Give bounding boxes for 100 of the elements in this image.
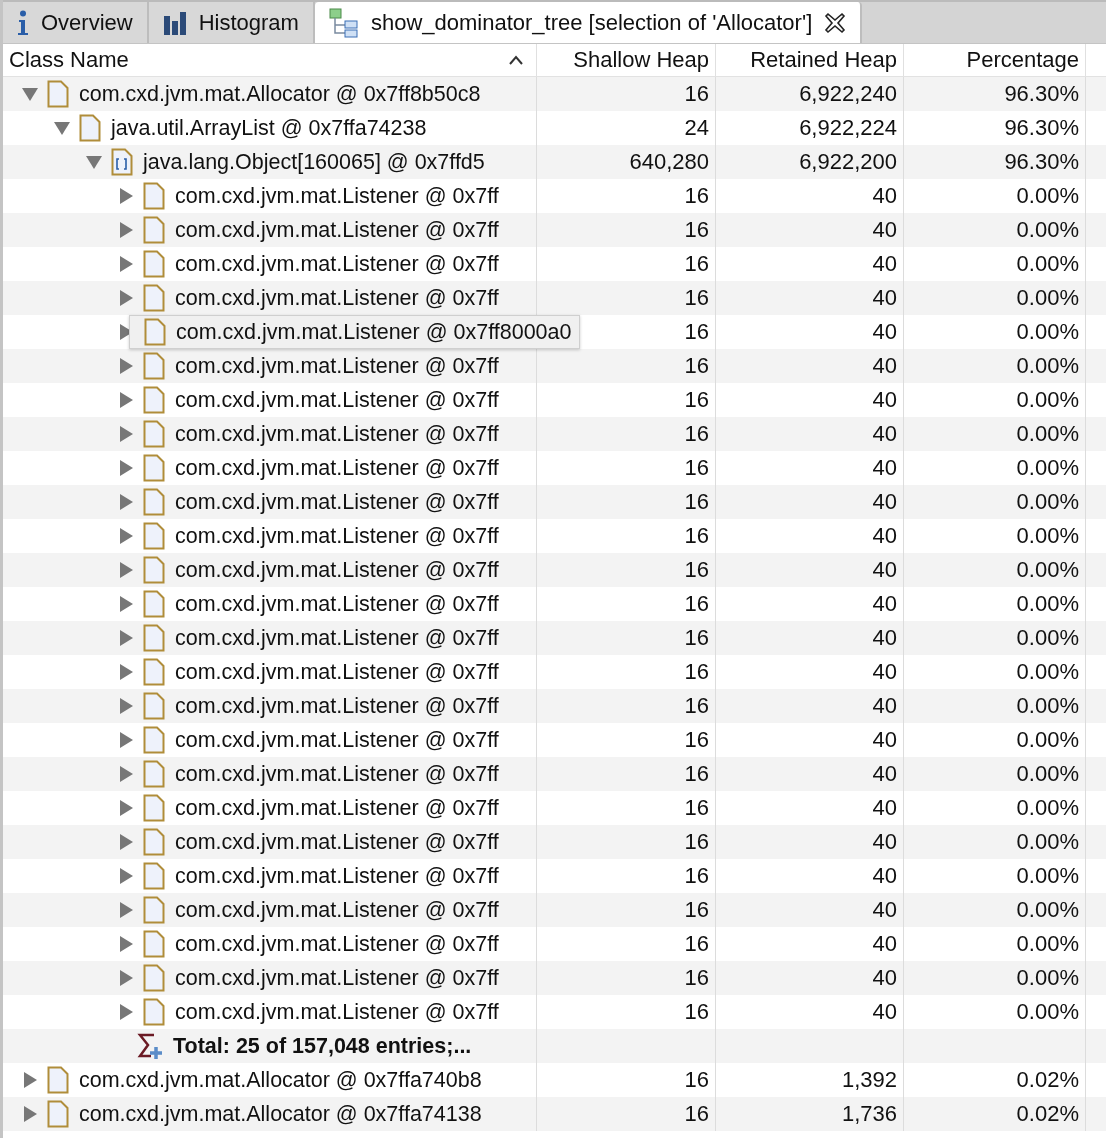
class-name[interactable]: com.cxd.jvm.mat.Listener @ 0x7ff [175, 387, 499, 413]
table-cell: 40 [872, 285, 897, 311]
table-cell: 40 [872, 489, 897, 515]
expanded-triangle-icon[interactable] [53, 119, 71, 137]
collapsed-triangle-icon[interactable] [117, 765, 135, 783]
column-header[interactable]: Retained Heap [716, 44, 904, 76]
document-icon [143, 216, 165, 244]
class-name[interactable]: com.cxd.jvm.mat.Listener @ 0x7ff [175, 965, 499, 991]
collapsed-triangle-icon[interactable] [117, 459, 135, 477]
collapsed-triangle-icon[interactable] [117, 969, 135, 987]
table-cell: 40 [872, 319, 897, 345]
class-name[interactable]: com.cxd.jvm.mat.Listener @ 0x7ff [175, 761, 499, 787]
class-name[interactable]: com.cxd.jvm.mat.Listener @ 0x7ff [175, 455, 499, 481]
table-cell: 40 [872, 387, 897, 413]
table-cell: 16 [684, 183, 709, 209]
class-name[interactable]: com.cxd.jvm.mat.Listener @ 0x7ff [175, 217, 499, 243]
class-name[interactable]: com.cxd.jvm.mat.Listener @ 0x7ff [175, 285, 499, 311]
document-icon [143, 352, 165, 380]
collapsed-triangle-icon[interactable] [117, 527, 135, 545]
collapsed-triangle-icon[interactable] [21, 1105, 39, 1123]
collapsed-triangle-icon[interactable] [117, 629, 135, 647]
class-name[interactable]: com.cxd.jvm.mat.Listener @ 0x7ff [175, 557, 499, 583]
class-name[interactable]: com.cxd.jvm.mat.Listener @ 0x7ff [175, 251, 499, 277]
class-name[interactable]: com.cxd.jvm.mat.Listener @ 0x7ff [175, 693, 499, 719]
collapsed-triangle-icon[interactable] [117, 663, 135, 681]
tab[interactable]: Histogram [148, 2, 315, 43]
column-header[interactable]: Class Name [3, 44, 537, 76]
class-name[interactable]: com.cxd.jvm.mat.Listener @ 0x7ff [175, 829, 499, 855]
table-cell: 0.00% [1016, 217, 1079, 243]
class-name[interactable]: java.util.ArrayList @ 0x7ffa74238 [111, 115, 427, 141]
array-document-icon [111, 148, 133, 176]
table-cell: 0.00% [1016, 489, 1079, 515]
table-cell: 16 [684, 591, 709, 617]
class-name[interactable]: com.cxd.jvm.mat.Listener @ 0x7ff [175, 489, 499, 515]
close-icon[interactable] [824, 11, 847, 34]
table-cell: 96.30% [1004, 115, 1079, 141]
collapsed-triangle-icon[interactable] [117, 221, 135, 239]
collapsed-triangle-icon[interactable] [117, 255, 135, 273]
class-name[interactable]: com.cxd.jvm.mat.Listener @ 0x7ff [175, 931, 499, 957]
collapsed-triangle-icon[interactable] [117, 731, 135, 749]
table-cell: 40 [872, 693, 897, 719]
collapsed-triangle-icon[interactable] [117, 493, 135, 511]
class-name[interactable]: com.cxd.jvm.mat.Allocator @ 0x7ff8b50c8 [79, 81, 481, 107]
collapsed-triangle-icon[interactable] [117, 425, 135, 443]
expanded-triangle-icon[interactable] [21, 85, 39, 103]
table-cell: 16 [684, 727, 709, 753]
tab[interactable]: Overview [3, 2, 149, 43]
table-cell: 24 [684, 115, 709, 141]
document-icon [143, 726, 165, 754]
class-name[interactable]: com.cxd.jvm.mat.Listener @ 0x7ff [175, 625, 499, 651]
table-cell: 0.00% [1016, 421, 1079, 447]
column-header[interactable]: Shallow Heap [537, 44, 716, 76]
class-name[interactable]: com.cxd.jvm.mat.Listener @ 0x7ff [175, 659, 499, 685]
table-cell: 0.00% [1016, 591, 1079, 617]
table-cell: 40 [872, 421, 897, 447]
table-cell: 0.00% [1016, 625, 1079, 651]
collapsed-triangle-icon[interactable] [117, 901, 135, 919]
class-name[interactable]: com.cxd.jvm.mat.Listener @ 0x7ff [175, 795, 499, 821]
table-cell: 0.00% [1016, 727, 1079, 753]
table-cell: 6,922,200 [799, 149, 897, 175]
collapsed-triangle-icon[interactable] [117, 867, 135, 885]
table-cell: 40 [872, 795, 897, 821]
class-name[interactable]: com.cxd.jvm.mat.Listener @ 0x7ff [175, 863, 499, 889]
tab[interactable]: show_dominator_tree [selection of 'Allocator'] [314, 2, 863, 43]
column-header[interactable]: Percentage [904, 44, 1086, 76]
class-name[interactable]: com.cxd.jvm.mat.Listener @ 0x7ff [175, 897, 499, 923]
class-name[interactable]: com.cxd.jvm.mat.Allocator @ 0x7ffa74138 [79, 1101, 482, 1127]
total-label: Total: 25 of 157,048 entries;... [173, 1033, 472, 1059]
class-name[interactable]: com.cxd.jvm.mat.Listener @ 0x7ff [175, 523, 499, 549]
collapsed-triangle-icon[interactable] [117, 561, 135, 579]
collapsed-triangle-icon[interactable] [117, 1003, 135, 1021]
document-icon [143, 896, 165, 924]
document-icon [143, 794, 165, 822]
collapsed-triangle-icon[interactable] [117, 595, 135, 613]
collapsed-triangle-icon[interactable] [117, 289, 135, 307]
document-icon [143, 964, 165, 992]
collapsed-triangle-icon[interactable] [117, 357, 135, 375]
class-name[interactable]: java.lang.Object[160065] @ 0x7ffd5 [143, 149, 485, 175]
collapsed-triangle-icon[interactable] [117, 799, 135, 817]
table-cell: 0.00% [1016, 285, 1079, 311]
expanded-triangle-icon[interactable] [85, 153, 103, 171]
collapsed-triangle-icon[interactable] [21, 1071, 39, 1089]
table-cell: 0.00% [1016, 829, 1079, 855]
class-name[interactable]: com.cxd.jvm.mat.Listener @ 0x7ff [175, 421, 499, 447]
table-cell: 40 [872, 999, 897, 1025]
collapsed-triangle-icon[interactable] [117, 187, 135, 205]
class-name[interactable]: com.cxd.jvm.mat.Listener @ 0x7ff [175, 183, 499, 209]
table-cell: 0.00% [1016, 183, 1079, 209]
collapsed-triangle-icon[interactable] [117, 697, 135, 715]
table-cell: 16 [684, 455, 709, 481]
collapsed-triangle-icon[interactable] [117, 833, 135, 851]
class-name[interactable]: com.cxd.jvm.mat.Listener @ 0x7ff [175, 727, 499, 753]
class-name[interactable]: com.cxd.jvm.mat.Allocator @ 0x7ffa740b8 [79, 1067, 482, 1093]
class-name[interactable]: com.cxd.jvm.mat.Listener @ 0x7ff [175, 353, 499, 379]
table-cell: 40 [872, 897, 897, 923]
class-name[interactable]: com.cxd.jvm.mat.Listener @ 0x7ff [175, 999, 499, 1025]
class-name[interactable]: com.cxd.jvm.mat.Listener @ 0x7ff [175, 591, 499, 617]
table-cell: 16 [684, 897, 709, 923]
collapsed-triangle-icon[interactable] [117, 935, 135, 953]
collapsed-triangle-icon[interactable] [117, 391, 135, 409]
